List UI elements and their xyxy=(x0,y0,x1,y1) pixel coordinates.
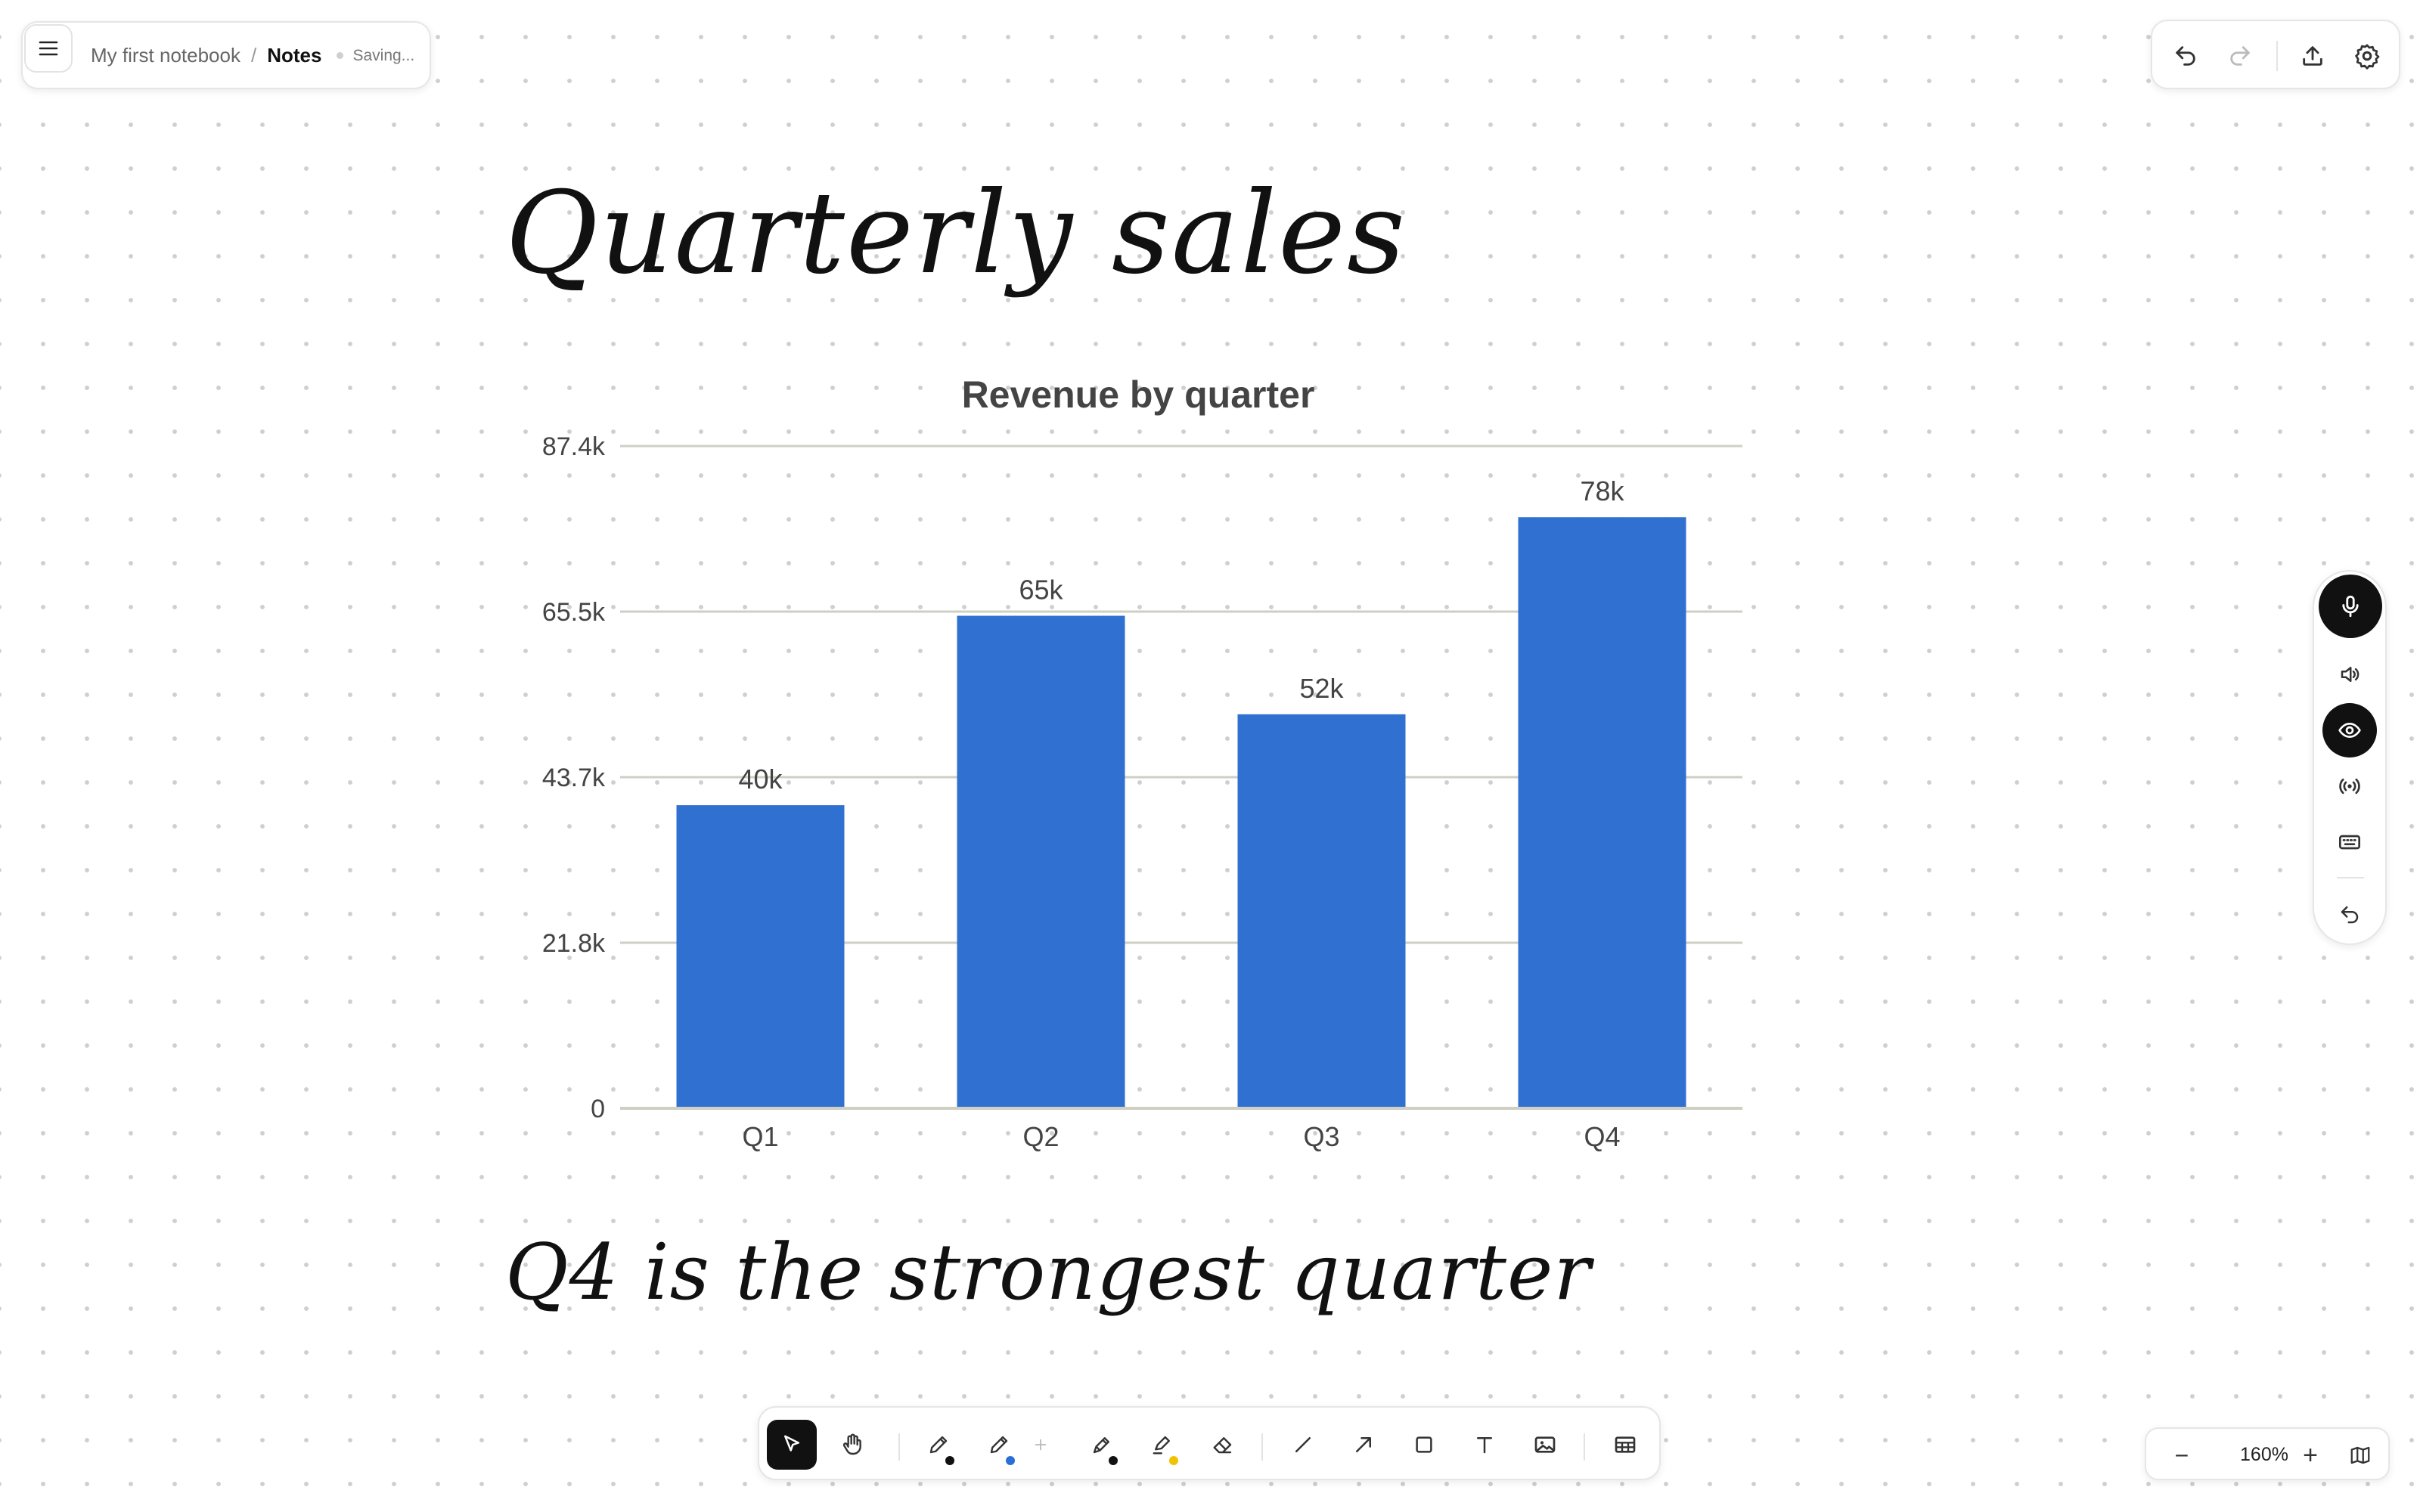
rectangle-tool-button[interactable] xyxy=(1399,1420,1449,1470)
side-toolbar xyxy=(2313,570,2387,945)
broadcast-button[interactable] xyxy=(2322,759,2377,813)
highlighter-icon xyxy=(1153,1436,1170,1455)
eye-icon xyxy=(2338,722,2361,739)
share-button[interactable] xyxy=(2293,36,2332,76)
chart-bars xyxy=(676,517,1686,1107)
pen-icon xyxy=(929,1436,948,1454)
undo-icon xyxy=(2341,906,2359,924)
zoom-in-label: + xyxy=(2303,1440,2318,1470)
save-status: Saving... xyxy=(352,46,415,64)
microphone-button[interactable] xyxy=(2319,575,2382,638)
gear-icon xyxy=(2355,44,2380,70)
y-tick-label: 21.8k xyxy=(542,929,606,958)
add-pen-button[interactable] xyxy=(1025,1420,1056,1470)
undo-icon xyxy=(2176,46,2195,66)
pen-color-dot xyxy=(1006,1456,1015,1465)
image-tool-button[interactable] xyxy=(1520,1420,1570,1470)
highlighter-color-dot xyxy=(1169,1456,1178,1465)
text-tool-button[interactable] xyxy=(1460,1420,1509,1470)
breadcrumb-separator: / xyxy=(250,44,257,67)
data-label: 78k xyxy=(1580,476,1624,507)
menu-icon xyxy=(39,41,58,56)
speaker-button[interactable] xyxy=(2322,647,2377,702)
table-icon xyxy=(1615,1436,1636,1453)
pen-blue-button[interactable] xyxy=(974,1420,1024,1470)
microphone-icon xyxy=(2342,595,2359,618)
eraser-icon xyxy=(1213,1437,1232,1454)
map-icon xyxy=(2350,1446,2370,1464)
handwritten-note[interactable]: Q4 is the strongest quarter xyxy=(505,1228,1591,1318)
keyboard-icon xyxy=(2339,835,2360,850)
arrow-tool-button[interactable] xyxy=(1339,1420,1388,1470)
menu-button[interactable] xyxy=(24,24,73,73)
status-dot xyxy=(337,52,344,59)
plus-icon xyxy=(1035,1439,1047,1451)
hand-icon xyxy=(842,1433,861,1455)
top-actions-card xyxy=(2151,20,2400,89)
toolbar-divider xyxy=(2276,41,2278,71)
speaker-icon xyxy=(2341,667,2360,682)
x-tick-label: Q2 xyxy=(1022,1121,1059,1152)
y-tick-label: 43.7k xyxy=(542,764,606,792)
broadcast-icon xyxy=(2339,778,2360,795)
keyboard-button[interactable] xyxy=(2322,815,2377,869)
view-mode-button[interactable] xyxy=(2322,703,2377,758)
rectangle-icon xyxy=(1416,1436,1432,1453)
zoom-out-button[interactable]: − xyxy=(2161,1435,2202,1476)
marker-color-dot xyxy=(1109,1456,1118,1465)
settings-button[interactable] xyxy=(2347,36,2387,76)
bar-q2 xyxy=(957,615,1125,1107)
x-tick-label: Q4 xyxy=(1584,1121,1620,1152)
redo-icon xyxy=(2230,46,2250,66)
breadcrumb-card: My first notebook / Notes Saving... xyxy=(21,21,431,89)
x-tick-label: Q3 xyxy=(1303,1121,1339,1152)
toolbar-divider xyxy=(1584,1433,1585,1461)
handwritten-title[interactable]: Quarterly sales xyxy=(505,168,1407,299)
hand-tool-button[interactable] xyxy=(827,1420,877,1470)
y-tick-label: 87.4k xyxy=(542,432,606,461)
select-tool-button[interactable] xyxy=(767,1420,817,1470)
highlighter-button[interactable] xyxy=(1137,1420,1187,1470)
redo-button[interactable] xyxy=(2220,36,2260,76)
bar-q4 xyxy=(1518,517,1686,1107)
share-upload-icon xyxy=(2303,46,2322,66)
marker-icon xyxy=(1093,1437,1109,1454)
image-icon xyxy=(1534,1436,1556,1453)
pen-color-dot xyxy=(945,1456,954,1465)
y-tick-label: 0 xyxy=(591,1095,605,1123)
side-undo-button[interactable] xyxy=(2322,888,2377,942)
bar-q1 xyxy=(676,805,845,1107)
chart-title: Revenue by quarter xyxy=(962,373,1315,416)
zoom-out-label: − xyxy=(2174,1441,2189,1469)
bar-q3 xyxy=(1237,714,1406,1107)
marker-button[interactable] xyxy=(1077,1420,1127,1470)
breadcrumb-page[interactable]: Notes xyxy=(267,44,321,67)
pen-black-button[interactable] xyxy=(914,1420,963,1470)
data-label: 52k xyxy=(1299,673,1344,704)
bottom-toolbar xyxy=(758,1406,1661,1480)
revenue-chart[interactable]: Revenue by quarter 0 21.8k 43.7k 65.5k 87.4k… xyxy=(492,363,1762,1179)
eraser-button[interactable] xyxy=(1198,1420,1248,1470)
text-icon xyxy=(1477,1437,1492,1454)
undo-button[interactable] xyxy=(2166,36,2205,76)
table-tool-button[interactable] xyxy=(1600,1420,1650,1470)
zoom-in-button[interactable]: + xyxy=(2290,1435,2331,1476)
toolbar-divider xyxy=(1261,1433,1263,1461)
map-button[interactable] xyxy=(2340,1435,2381,1476)
cursor-icon xyxy=(784,1435,799,1452)
data-label: 65k xyxy=(1019,575,1063,606)
y-tick-label: 65.5k xyxy=(542,598,606,627)
side-toolbar-divider xyxy=(2337,877,2364,878)
breadcrumb: My first notebook / Notes Saving... xyxy=(91,44,414,67)
arrow-icon xyxy=(1356,1437,1371,1452)
data-label: 40k xyxy=(738,764,783,795)
x-tick-label: Q1 xyxy=(742,1121,778,1152)
line-tool-button[interactable] xyxy=(1278,1420,1328,1470)
pen-icon xyxy=(990,1436,1008,1454)
breadcrumb-notebook[interactable]: My first notebook xyxy=(91,44,240,67)
toolbar-divider xyxy=(898,1433,900,1461)
line-icon xyxy=(1295,1437,1311,1452)
zoom-controls: − 160% + xyxy=(2145,1427,2390,1480)
